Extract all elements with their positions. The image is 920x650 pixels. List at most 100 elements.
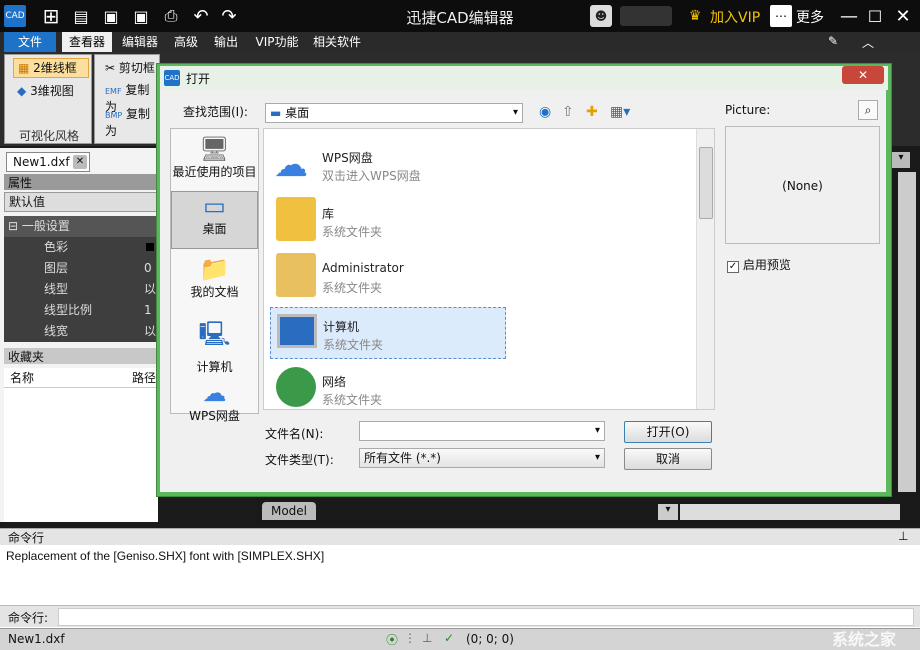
vertical-scrollbar[interactable] (898, 172, 916, 492)
maximize-icon[interactable]: ☐ (864, 5, 886, 27)
general-settings-row[interactable]: ⊟ 一般设置 (4, 216, 156, 237)
app-logo-icon: CAD (4, 5, 26, 27)
command-input[interactable] (58, 608, 914, 626)
chevron-down-icon: ▾ (594, 452, 600, 463)
prop-lineweight[interactable]: 线宽以 (4, 321, 156, 342)
col-name[interactable]: 名称 (10, 371, 34, 385)
cancel-button[interactable]: 取消 (624, 448, 712, 470)
close-tab-icon[interactable]: ✕ (73, 155, 87, 169)
save-icon[interactable]: ▣ (100, 5, 122, 27)
filetype-select[interactable]: 所有文件 (*.*) ▾ (359, 448, 605, 468)
back-icon[interactable]: ◉ (539, 104, 551, 120)
horizontal-scrollbar[interactable] (680, 504, 900, 520)
undo-icon[interactable]: ↶ (190, 5, 212, 27)
up-folder-icon[interactable]: ⇧ (562, 104, 574, 120)
cad-icon: CAD (164, 70, 180, 86)
redo-icon[interactable]: ↷ (218, 5, 240, 27)
crown-icon[interactable]: ♛ (684, 5, 706, 27)
model-tab[interactable]: Model (262, 502, 316, 520)
list-item[interactable]: ☁ WPS网盘 双击进入WPS网盘 (270, 139, 506, 191)
osnap-icon[interactable]: ✓ (444, 631, 454, 645)
list-item-selected[interactable]: 计算机 系统文件夹 (270, 307, 506, 359)
picture-label: Picture: (725, 103, 771, 117)
open-button[interactable]: 打开(O) (624, 421, 712, 443)
open-folder-icon[interactable]: ▤ (70, 5, 92, 27)
checkbox-checked-icon[interactable]: ✓ (727, 261, 739, 273)
menu-related[interactable]: 相关软件 (308, 32, 366, 52)
view-2d-button[interactable]: ▦ 2维线框 (13, 58, 89, 78)
collapse-ribbon-icon[interactable]: ︿ (862, 34, 874, 51)
places-bar: 🖥 最近使用的项目 ▭ 桌面 📁 我的文档 🖳 计算机 ☁ WPS网盘 (170, 128, 259, 423)
view-menu-icon[interactable]: ▦▾ (610, 104, 630, 120)
close-icon[interactable]: ✕ (892, 5, 914, 27)
lookin-label: 查找范围(I): (183, 105, 248, 119)
document-tab[interactable]: New1.dxf ✕ (6, 152, 90, 172)
prop-linetype-scale[interactable]: 线型比例 1 (4, 300, 156, 321)
place-computer[interactable]: 🖳 计算机 (171, 317, 258, 374)
layout-dropdown-icon[interactable]: ▾ (658, 504, 678, 520)
cloud-icon: ☁ (274, 145, 308, 185)
col-path[interactable]: 路径 (132, 368, 156, 388)
preview-zoom-icon[interactable]: ⌕ (858, 100, 878, 120)
default-select[interactable]: 默认值 (4, 192, 158, 212)
vip-link[interactable]: 加入VIP (710, 7, 760, 27)
snap-icon[interactable]: ⦿ (386, 631, 398, 648)
place-recent[interactable]: 🖥 最近使用的项目 (171, 135, 258, 189)
view-3d-button[interactable]: ◆ 3维视图 (17, 82, 74, 99)
favorites-columns: 名称 路径 (4, 368, 158, 388)
clip-frame-button[interactable]: ✂ 剪切框 (105, 59, 155, 76)
menu-bar: 文件 查看器 编辑器 高级 输出 VIP功能 相关软件 ✎ ︿ (0, 32, 920, 52)
more-icon[interactable]: ⋯ (770, 5, 792, 27)
ortho-icon[interactable]: ⊥ (422, 631, 432, 645)
visual-style-group: ▦ 2维线框 ◆ 3维视图 可视化风格 (4, 54, 92, 144)
computer-icon (277, 314, 317, 348)
new-folder-icon[interactable]: ✚ (586, 104, 598, 120)
user-folder-icon (276, 253, 316, 297)
new-file-icon[interactable]: ⊞ (40, 4, 62, 28)
wireframe-icon: ▦ (18, 61, 30, 75)
preview-checkbox[interactable]: ✓ 启用预览 (727, 256, 791, 273)
grid-icon[interactable]: ⋮ (404, 631, 416, 645)
copy-as-bmp-button[interactable]: BMP 复制为 (105, 105, 159, 139)
pin-icon[interactable]: ⊥ (898, 529, 908, 543)
collapse-icon[interactable]: ⊟ (8, 219, 18, 233)
prop-linetype[interactable]: 线型以 (4, 279, 156, 300)
list-item[interactable]: 网络 系统文件夹 (270, 363, 506, 415)
properties-header: 属性 (4, 174, 158, 190)
username[interactable] (620, 6, 672, 26)
library-icon (276, 197, 316, 241)
file-list: ☁ WPS网盘 双击进入WPS网盘 库 系统文件夹 Administrator … (263, 128, 715, 410)
minimize-icon[interactable]: — (838, 5, 860, 27)
scrollbar-thumb[interactable] (699, 147, 713, 219)
menu-file[interactable]: 文件 (4, 32, 56, 52)
list-item[interactable]: Administrator 系统文件夹 (270, 251, 506, 303)
menu-vip[interactable]: VIP功能 (250, 32, 304, 52)
list-item[interactable]: 库 系统文件夹 (270, 195, 506, 247)
cube-icon: ◆ (17, 84, 27, 98)
documents-icon: 📁 (199, 255, 230, 283)
print-icon[interactable]: ⎙ (160, 5, 182, 27)
place-documents[interactable]: 📁 我的文档 (171, 255, 258, 309)
user-avatar-icon[interactable]: ☻ (590, 5, 612, 27)
color-swatch (146, 243, 154, 251)
command-panel: 命令行 ⊥ Replacement of the [Geniso.SHX] fo… (0, 528, 920, 628)
canvas-dropdown-icon[interactable]: ▾ (892, 152, 910, 168)
pen-icon[interactable]: ✎ (828, 34, 838, 48)
dialog-close-icon[interactable]: ✕ (842, 66, 884, 84)
save-as-icon[interactable]: ▣ (130, 5, 152, 27)
place-wps[interactable]: ☁ WPS网盘 (171, 379, 258, 433)
menu-advanced[interactable]: 高级 (168, 32, 204, 52)
more-button[interactable]: 更多 (796, 7, 824, 27)
filename-input[interactable]: ▾ (359, 421, 605, 441)
status-filename: New1.dxf (8, 632, 65, 646)
lookin-select[interactable]: ▬ 桌面 ▾ (265, 103, 523, 123)
menu-editor[interactable]: 编辑器 (116, 32, 164, 52)
watermark-logo: 系统之家 (832, 630, 897, 649)
place-desktop[interactable]: ▭ 桌面 (171, 191, 258, 249)
prop-layer[interactable]: 图层 0 (4, 258, 156, 279)
menu-viewer[interactable]: 查看器 (62, 32, 112, 52)
prop-color[interactable]: 色彩 (4, 237, 156, 258)
file-list-scrollbar[interactable] (696, 129, 714, 409)
dialog-title-bar: CAD 打开 ✕ (160, 66, 888, 90)
menu-output[interactable]: 输出 (208, 32, 244, 52)
